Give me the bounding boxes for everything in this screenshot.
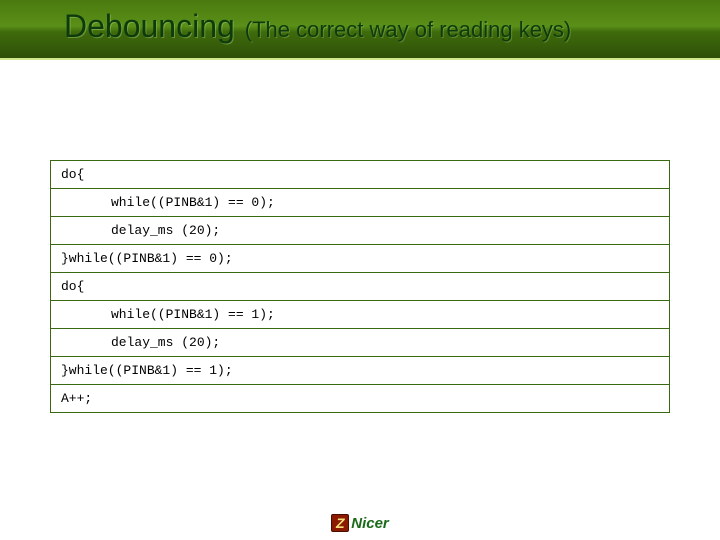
code-line: A++; (51, 385, 669, 412)
code-line: }while((PINB&1) == 0); (51, 245, 669, 273)
code-line: delay_ms (20); (51, 329, 669, 357)
code-line: do{ (51, 273, 669, 301)
slide-subtitle: (The correct way of reading keys) (245, 17, 571, 43)
slide-footer: Z Nicer (0, 514, 720, 532)
logo: Z Nicer (331, 514, 389, 532)
code-box: do{ while((PINB&1) == 0); delay_ms (20);… (50, 160, 670, 413)
code-line: while((PINB&1) == 0); (51, 189, 669, 217)
code-line: delay_ms (20); (51, 217, 669, 245)
logo-text: Nicer (351, 515, 389, 532)
slide-content: do{ while((PINB&1) == 0); delay_ms (20);… (0, 60, 720, 413)
code-line: do{ (51, 161, 669, 189)
code-line: while((PINB&1) == 1); (51, 301, 669, 329)
slide-title: Debouncing (64, 8, 235, 45)
slide-header: Debouncing (The correct way of reading k… (0, 0, 720, 60)
code-line: }while((PINB&1) == 1); (51, 357, 669, 385)
logo-badge: Z (331, 514, 349, 532)
